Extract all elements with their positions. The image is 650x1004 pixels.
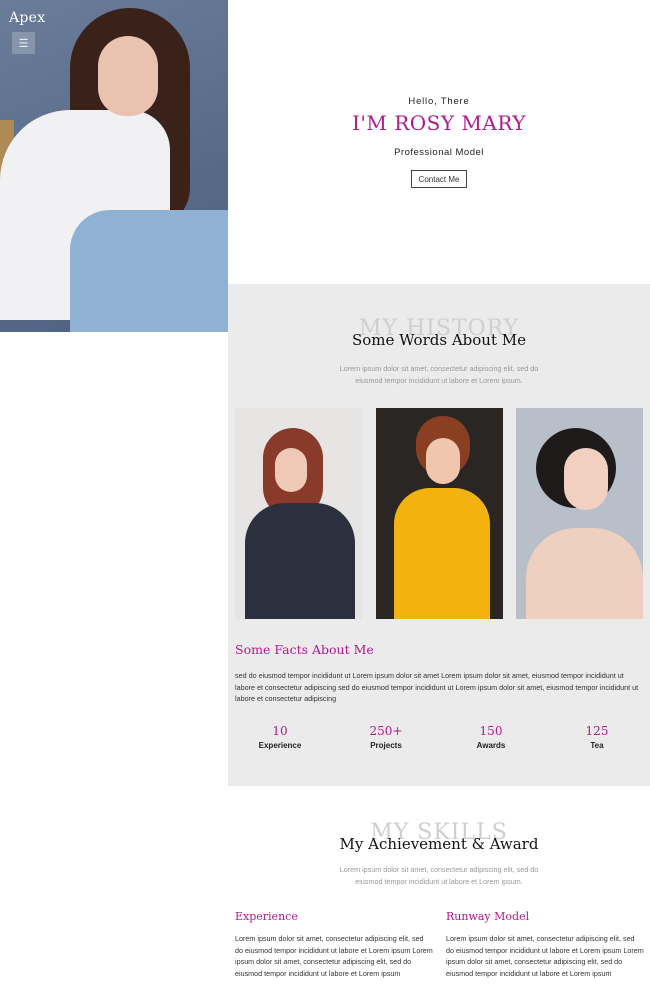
photo-body: [245, 503, 355, 619]
hamburger-icon: ☰: [18, 37, 29, 50]
gallery: [235, 408, 643, 619]
stat-value: 250+: [369, 724, 403, 738]
skills-title: My Achievement & Award: [339, 835, 539, 853]
contact-me-button[interactable]: Contact Me: [411, 170, 467, 188]
gallery-photo[interactable]: [235, 408, 362, 619]
photo-face: [564, 448, 608, 510]
stat-label: Projects: [370, 741, 402, 750]
history-subtitle: Lorem ipsum dolor sit amet, consectetur …: [228, 363, 650, 387]
brand-logo[interactable]: Apex: [9, 10, 45, 26]
photo-body: [526, 528, 643, 619]
skills-subtitle-line: Lorem ipsum dolor sit amet, consectetur …: [339, 865, 539, 874]
hero-name: I'M ROSY MARY: [351, 111, 527, 135]
hero-greeting: Hello, There: [408, 96, 470, 107]
hero-intro: Hello, There I'M ROSY MARY Professional …: [228, 0, 650, 284]
stat-label: Experience: [258, 741, 302, 750]
facts-title: Some Facts About Me: [235, 642, 374, 657]
menu-button[interactable]: ☰: [12, 32, 35, 54]
stat-tea: 125 Tea: [547, 724, 647, 750]
skills-subtitle-line: eiusmod tempor incididunt ut labore et L…: [355, 877, 523, 886]
stat-projects: 250+ Projects: [336, 724, 436, 750]
photo-face: [426, 438, 460, 484]
photo-body: [394, 488, 490, 619]
photo-face: [275, 448, 307, 492]
skill-text: Lorem ipsum dolor sit amet, consectetur …: [235, 934, 433, 978]
history-section: MY HISTORY Some Words About Me Lorem ips…: [228, 284, 650, 786]
skill-text: Lorem ipsum dolor sit amet, consectetur …: [446, 934, 644, 978]
gallery-photo[interactable]: [376, 408, 503, 619]
stat-label: Awards: [476, 741, 506, 750]
stat-value: 10: [272, 724, 288, 738]
hero-role: Professional Model: [394, 147, 484, 158]
skill-column-experience: Experience Lorem ipsum dolor sit amet, c…: [235, 910, 433, 979]
hero-photo-jeans: [70, 210, 228, 332]
gallery-photo[interactable]: [516, 408, 643, 619]
history-subtitle-line: Lorem ipsum dolor sit amet, consectetur …: [339, 364, 539, 373]
skill-column-runway-model: Runway Model Lorem ipsum dolor sit amet,…: [446, 910, 644, 979]
skill-title: Runway Model: [446, 910, 530, 923]
history-subtitle-line: eiusmod tempor incididunt ut labore et L…: [355, 376, 523, 385]
stat-label: Tea: [590, 741, 604, 750]
skills-subtitle: Lorem ipsum dolor sit amet, consectetur …: [228, 864, 650, 888]
stat-value: 125: [585, 724, 609, 738]
stat-experience: 10 Experience: [230, 724, 330, 750]
stat-value: 150: [479, 724, 503, 738]
hero-photo-face: [98, 36, 158, 116]
skills-section: MY SKILLS My Achievement & Award Lorem i…: [228, 786, 650, 1004]
history-title: Some Words About Me: [351, 331, 526, 349]
facts-text: sed do eiusmod tempor incididunt ut Lore…: [235, 671, 639, 703]
skill-title: Experience: [235, 910, 298, 923]
stat-awards: 150 Awards: [441, 724, 541, 750]
